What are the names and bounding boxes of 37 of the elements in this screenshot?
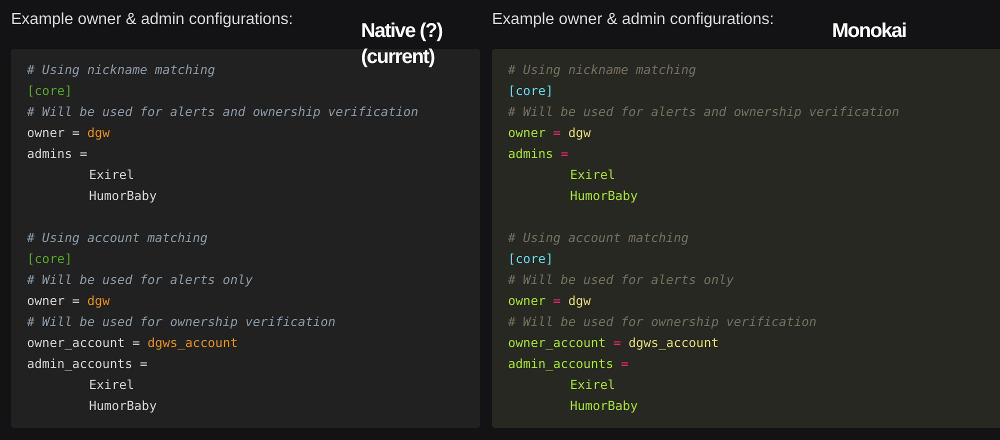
annotation-label: Native (?) bbox=[361, 19, 442, 44]
code-line: # Using account matching bbox=[508, 229, 689, 247]
code-line: admin_accounts = bbox=[508, 355, 628, 373]
code-line: admin_accounts = bbox=[27, 355, 148, 373]
code-line: HumorBaby bbox=[570, 187, 638, 205]
code-line: # Will be used for ownership verification bbox=[508, 313, 817, 331]
code-line: # Using nickname matching bbox=[27, 61, 216, 79]
code-line: # Will be used for alerts only bbox=[27, 271, 253, 289]
code-line: owner = dgw bbox=[27, 124, 110, 142]
code-line: owner_account = dgws_account bbox=[27, 334, 238, 352]
code-line: [core] bbox=[27, 250, 72, 268]
code-line: HumorBaby bbox=[89, 187, 157, 205]
code-line: Exirel bbox=[570, 376, 616, 394]
code-line: owner = dgw bbox=[508, 292, 591, 310]
code-line: admins = bbox=[27, 145, 88, 163]
code-line: # Will be used for alerts only bbox=[508, 271, 734, 289]
code-line: [core] bbox=[27, 82, 72, 100]
code-line: # Will be used for alerts and ownership verification bbox=[508, 103, 900, 121]
code-line: # Will be used for ownership verification bbox=[27, 313, 336, 331]
annotation-label: (current) bbox=[361, 45, 434, 70]
code-line: owner = dgw bbox=[27, 292, 110, 310]
code-line: # Will be used for alerts and ownership verification bbox=[27, 103, 418, 121]
code-line: [core] bbox=[508, 250, 554, 268]
section-heading: Example owner & admin configurations: bbox=[492, 10, 774, 30]
code-line: owner = dgw bbox=[508, 124, 591, 142]
code-line: Exirel bbox=[89, 376, 134, 394]
code-line: owner_account = dgws_account bbox=[508, 334, 719, 352]
code-line: [core] bbox=[508, 82, 554, 100]
code-line: Exirel bbox=[570, 166, 616, 184]
code-line: # Using nickname matching bbox=[508, 61, 696, 79]
code-line: # Using account matching bbox=[27, 229, 208, 247]
code-line: admins = bbox=[508, 145, 568, 163]
annotation-label: Monokai bbox=[832, 19, 906, 44]
code-line: Exirel bbox=[89, 166, 134, 184]
code-line: HumorBaby bbox=[570, 397, 638, 415]
section-heading: Example owner & admin configurations: bbox=[11, 10, 293, 30]
code-line: HumorBaby bbox=[89, 397, 157, 415]
